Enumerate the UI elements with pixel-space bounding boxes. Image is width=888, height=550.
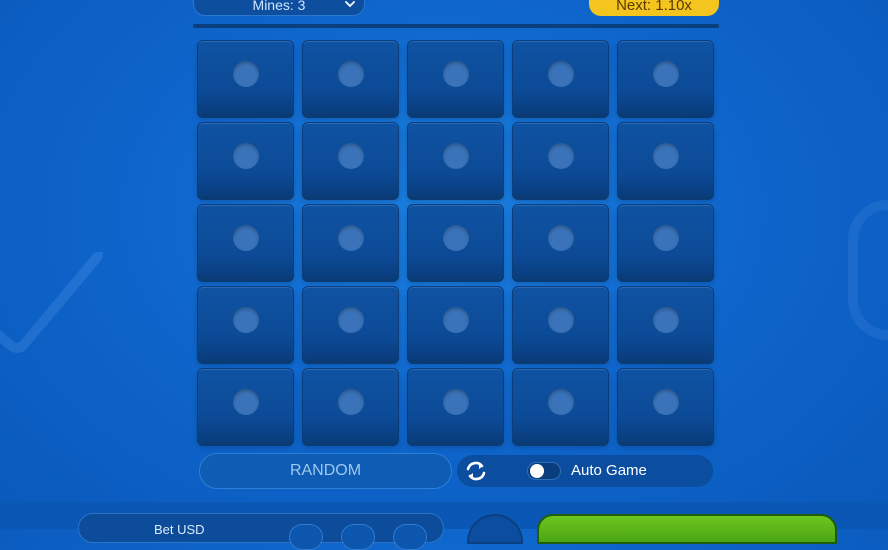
circle-dot-icon	[337, 143, 364, 170]
bet-button[interactable]	[537, 514, 837, 544]
toggle-knob	[530, 464, 544, 478]
circle-dot-icon	[232, 143, 259, 170]
circle-dot-icon	[547, 307, 574, 334]
next-multiplier-label: Next: 1.10x	[616, 0, 692, 14]
grid-tile[interactable]	[302, 368, 399, 442]
mines-count-select[interactable]: Mines: 3	[193, 0, 365, 16]
circle-dot-icon	[652, 225, 679, 252]
auto-game-toggle[interactable]	[527, 462, 561, 480]
circle-dot-icon	[547, 389, 574, 416]
grid-tile[interactable]	[617, 122, 714, 196]
grid-tile[interactable]	[302, 204, 399, 278]
bet-control-button[interactable]	[289, 524, 323, 550]
grid-tile[interactable]	[617, 286, 714, 360]
random-button[interactable]: RANDOM	[199, 453, 452, 489]
grid-tile[interactable]	[617, 368, 714, 442]
circle-dot-icon	[232, 61, 259, 88]
background-decoration-left	[0, 161, 109, 359]
grid-tile[interactable]	[197, 368, 294, 442]
circle-dot-icon	[652, 389, 679, 416]
grid-tile[interactable]	[617, 40, 714, 114]
grid-tile[interactable]	[197, 40, 294, 114]
grid-tile[interactable]	[197, 204, 294, 278]
bet-amount-panel: Bet USD	[78, 513, 444, 550]
grid-tile[interactable]	[197, 122, 294, 196]
circle-dot-icon	[232, 307, 259, 334]
grid-tile[interactable]	[302, 40, 399, 114]
circle-dot-icon	[232, 225, 259, 252]
circle-dot-icon	[442, 307, 469, 334]
auto-game-label: Auto Game	[571, 462, 647, 479]
background-decoration-right	[848, 200, 888, 340]
bet-control-button[interactable]	[341, 524, 375, 550]
grid-tile[interactable]	[407, 40, 504, 114]
refresh-icon[interactable]	[463, 458, 489, 484]
circle-dot-icon	[547, 225, 574, 252]
next-multiplier-badge: Next: 1.10x	[589, 0, 719, 16]
grid-tile[interactable]	[512, 122, 609, 196]
grid-tile[interactable]	[512, 40, 609, 114]
circle-dot-icon	[442, 389, 469, 416]
circle-dot-icon	[547, 143, 574, 170]
bet-currency-label: Bet USD	[154, 522, 205, 537]
circle-dot-icon	[337, 225, 364, 252]
circle-dot-icon	[442, 143, 469, 170]
grid-tile[interactable]	[407, 368, 504, 442]
circle-dot-icon	[547, 61, 574, 88]
grid-tile[interactable]	[512, 204, 609, 278]
mines-grid	[197, 40, 714, 442]
circle-dot-icon	[442, 61, 469, 88]
circle-dot-icon	[337, 307, 364, 334]
top-strip: Mines: 3 Next: 1.10x	[193, 0, 719, 18]
circle-dot-icon	[652, 143, 679, 170]
grid-tile[interactable]	[302, 122, 399, 196]
auto-game-panel: Auto Game	[457, 455, 713, 487]
bet-control-button[interactable]	[393, 524, 427, 550]
grid-tile[interactable]	[407, 122, 504, 196]
mines-select-label: Mines: 3	[252, 0, 306, 13]
grid-tile[interactable]	[302, 286, 399, 360]
grid-tile[interactable]	[512, 368, 609, 442]
circle-dot-icon	[337, 389, 364, 416]
circle-dot-icon	[442, 225, 469, 252]
grid-tile[interactable]	[407, 204, 504, 278]
grid-tile[interactable]	[197, 286, 294, 360]
circle-dot-icon	[232, 389, 259, 416]
header-divider	[193, 24, 719, 28]
circle-dot-icon	[337, 61, 364, 88]
random-button-label: RANDOM	[289, 462, 362, 479]
circle-dot-icon	[652, 307, 679, 334]
chevron-down-icon	[345, 1, 355, 8]
grid-tile[interactable]	[512, 286, 609, 360]
circle-dot-icon	[652, 61, 679, 88]
grid-tile[interactable]	[407, 286, 504, 360]
grid-tile[interactable]	[617, 204, 714, 278]
